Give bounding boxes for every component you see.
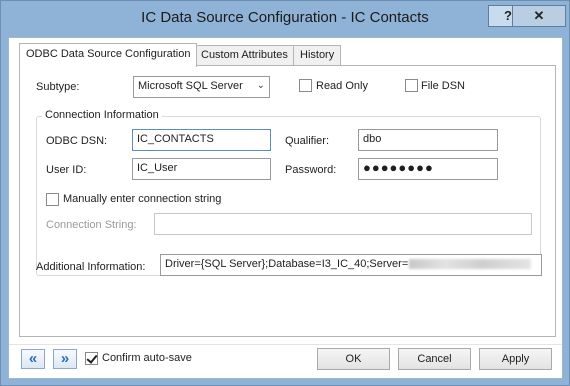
odbc-dsn-field[interactable]: IC_CONTACTS xyxy=(132,129,271,151)
connection-info-title: Connection Information xyxy=(42,109,162,121)
qualifier-label: Qualifier: xyxy=(285,135,330,147)
manual-connection-checkbox[interactable] xyxy=(46,193,59,206)
tab-odbc-data-source-configuration[interactable]: ODBC Data Source Configuration xyxy=(19,43,198,67)
password-label: Password: xyxy=(285,164,337,176)
qualifier-field[interactable]: dbo xyxy=(358,129,498,151)
additional-info-label: Additional Information: xyxy=(36,261,146,273)
file-dsn-label: File DSN xyxy=(421,80,466,92)
connection-string-field[interactable] xyxy=(154,213,532,235)
cancel-button[interactable]: Cancel xyxy=(398,348,471,370)
additional-info-value: Driver={SQL Server};Database=I3_IC_40;Se… xyxy=(165,258,409,270)
confirm-autosave-label: Confirm auto-save xyxy=(102,352,192,364)
chevron-down-icon: ⌄ xyxy=(256,80,265,91)
subtype-value: Microsoft SQL Server xyxy=(138,80,243,92)
tab-history[interactable]: History xyxy=(293,45,342,65)
odbc-dsn-label: ODBC DSN: xyxy=(46,135,108,147)
connection-string-label: Connection String: xyxy=(46,219,137,231)
password-field[interactable]: ●●●●●●●● xyxy=(358,158,498,180)
user-id-label: User ID: xyxy=(46,164,87,176)
read-only-label: Read Only xyxy=(316,80,368,92)
redacted-server-name xyxy=(409,259,532,270)
tab-panel: Subtype: Microsoft SQL Server ⌄ Read Onl… xyxy=(19,65,556,337)
previous-record-button[interactable]: « xyxy=(21,349,45,369)
dialog-window: IC Data Source Configuration - IC Contac… xyxy=(0,0,570,386)
read-only-checkbox[interactable] xyxy=(299,79,312,92)
additional-info-field[interactable]: Driver={SQL Server};Database=I3_IC_40;Se… xyxy=(160,254,542,276)
file-dsn-checkbox[interactable] xyxy=(405,79,418,92)
next-record-button[interactable]: » xyxy=(53,349,77,369)
title-bar[interactable]: IC Data Source Configuration - IC Contac… xyxy=(1,1,569,38)
footer-separator xyxy=(9,344,562,345)
window-title: IC Data Source Configuration - IC Contac… xyxy=(141,9,429,26)
manual-connection-label: Manually enter connection string xyxy=(63,193,222,205)
confirm-autosave-checkbox[interactable] xyxy=(85,352,98,365)
subtype-label: Subtype: xyxy=(36,81,80,93)
dialog-client-area: ODBC Data Source Configuration Custom At… xyxy=(8,37,563,379)
tab-custom-attributes[interactable]: Custom Attributes xyxy=(194,45,295,65)
close-button[interactable]: ✕ xyxy=(512,5,566,27)
ok-button[interactable]: OK xyxy=(317,348,390,370)
subtype-select[interactable]: Microsoft SQL Server ⌄ xyxy=(133,76,270,98)
user-id-field[interactable]: IC_User xyxy=(132,158,271,180)
apply-button[interactable]: Apply xyxy=(479,348,552,370)
